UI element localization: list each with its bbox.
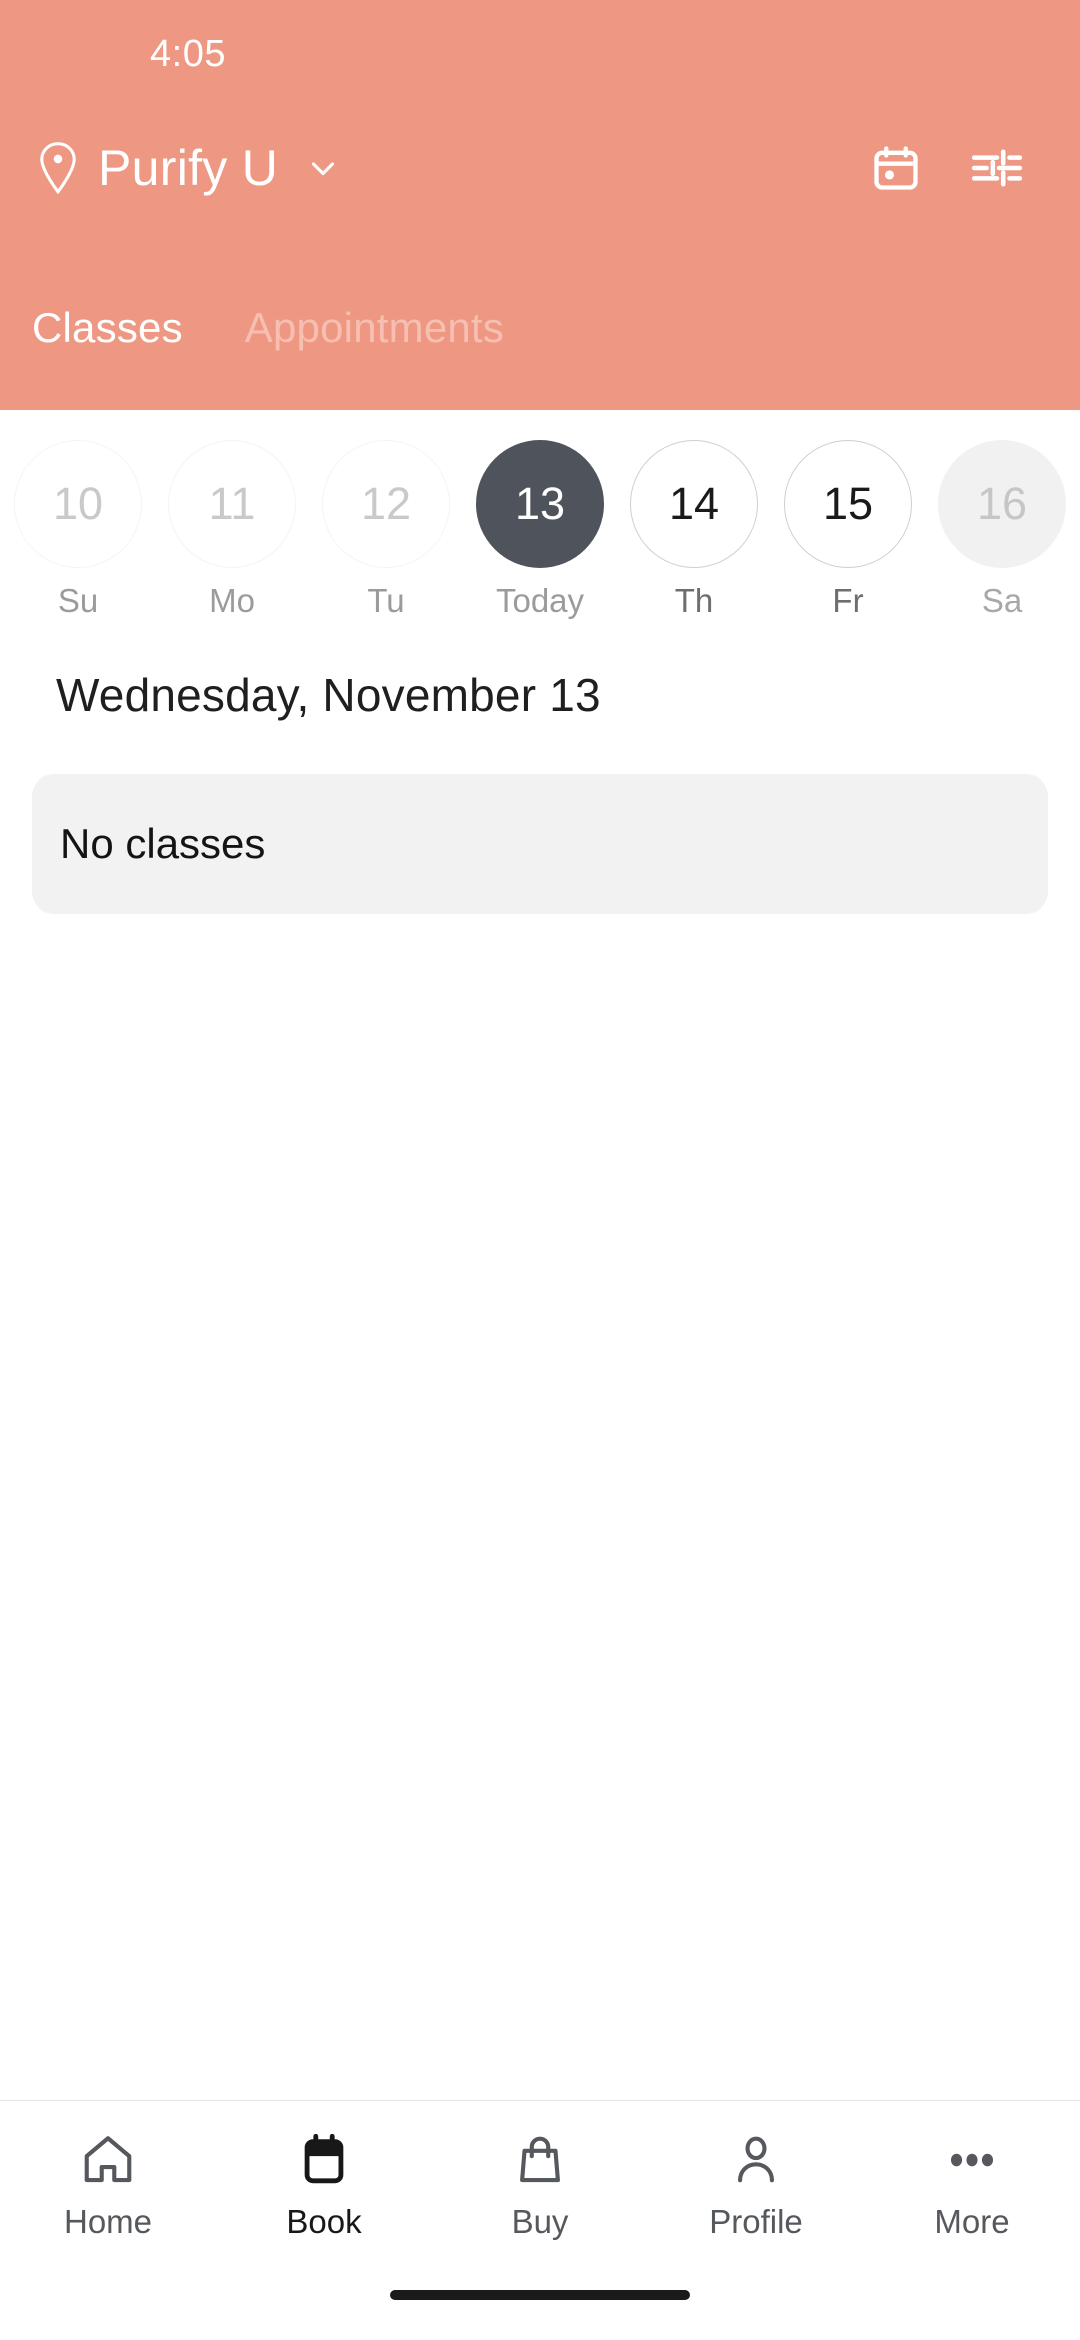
date-weekday-label: Sa	[981, 582, 1023, 619]
app-header: 4:05 Purify U Classes Appointments	[0, 0, 1080, 410]
selected-day-heading: Wednesday, November 13	[56, 669, 601, 721]
date-cell-13-today[interactable]: 13 Today	[470, 440, 610, 620]
nav-label-buy: Buy	[511, 2203, 569, 2240]
header-tabs: Classes Appointments	[0, 304, 504, 352]
nav-item-book[interactable]: Book	[216, 2131, 432, 2241]
date-number-selected: 13	[476, 440, 604, 568]
home-icon	[79, 2131, 137, 2189]
nav-item-profile[interactable]: Profile	[648, 2131, 864, 2241]
shopping-bag-icon	[511, 2131, 569, 2189]
chevron-down-icon[interactable]	[296, 149, 342, 187]
date-cell-15[interactable]: 15 Fr	[778, 440, 918, 620]
bottom-navigation: Home Book Buy Profile More	[0, 2100, 1080, 2290]
date-weekday-label: Mo	[209, 582, 255, 619]
calendar-button[interactable]	[870, 142, 922, 194]
app-root: 4:05 Purify U Classes Appointments 10 Su…	[0, 0, 1080, 2340]
date-number: 15	[784, 440, 912, 568]
status-bar: 4:05	[0, 0, 1080, 108]
nav-label-book: Book	[286, 2203, 362, 2240]
empty-state-text: No classes	[60, 820, 266, 867]
tab-classes[interactable]: Classes	[32, 304, 183, 352]
location-selector[interactable]: Purify U	[36, 139, 342, 197]
empty-state-card: No classes	[32, 774, 1048, 914]
date-weekday-label: Fr	[832, 582, 864, 619]
date-cell-14[interactable]: 14 Th	[624, 440, 764, 620]
filter-button[interactable]	[970, 142, 1024, 194]
status-bar-clock: 4:05	[150, 32, 226, 75]
date-cell-12[interactable]: 12 Tu	[316, 440, 456, 620]
date-weekday-label: Su	[57, 582, 99, 619]
nav-item-home[interactable]: Home	[0, 2131, 216, 2241]
date-cell-11[interactable]: 11 Mo	[162, 440, 302, 620]
tab-appointments[interactable]: Appointments	[245, 304, 504, 352]
header-top-row: Purify U	[0, 108, 1080, 228]
date-number: 12	[322, 440, 450, 568]
date-weekday-label: Tu	[367, 582, 405, 619]
date-cell-10[interactable]: 10 Su	[8, 440, 148, 620]
date-weekday-label-today: Today	[495, 582, 585, 619]
date-cell-16[interactable]: 16 Sa	[932, 440, 1072, 620]
date-number: 10	[14, 440, 142, 568]
person-icon	[727, 2131, 785, 2189]
header-action-group	[870, 142, 1040, 194]
date-number: 16	[938, 440, 1066, 568]
nav-label-more: More	[934, 2203, 1010, 2240]
location-name: Purify U	[98, 140, 279, 196]
gesture-bar-area	[0, 2290, 1080, 2340]
ellipsis-icon	[943, 2131, 1001, 2189]
date-picker-strip: 10 Su 11 Mo 12 Tu 13 Today 14 Th 15 Fr 1…	[0, 410, 1080, 620]
nav-label-profile: Profile	[709, 2203, 803, 2240]
date-number: 14	[630, 440, 758, 568]
home-indicator[interactable]	[390, 2290, 690, 2300]
calendar-filled-icon	[295, 2131, 353, 2189]
date-weekday-label: Th	[674, 582, 714, 619]
nav-item-more[interactable]: More	[864, 2131, 1080, 2241]
date-number: 11	[168, 440, 296, 568]
nav-item-buy[interactable]: Buy	[432, 2131, 648, 2241]
location-pin-icon	[36, 141, 80, 195]
nav-label-home: Home	[63, 2203, 153, 2240]
